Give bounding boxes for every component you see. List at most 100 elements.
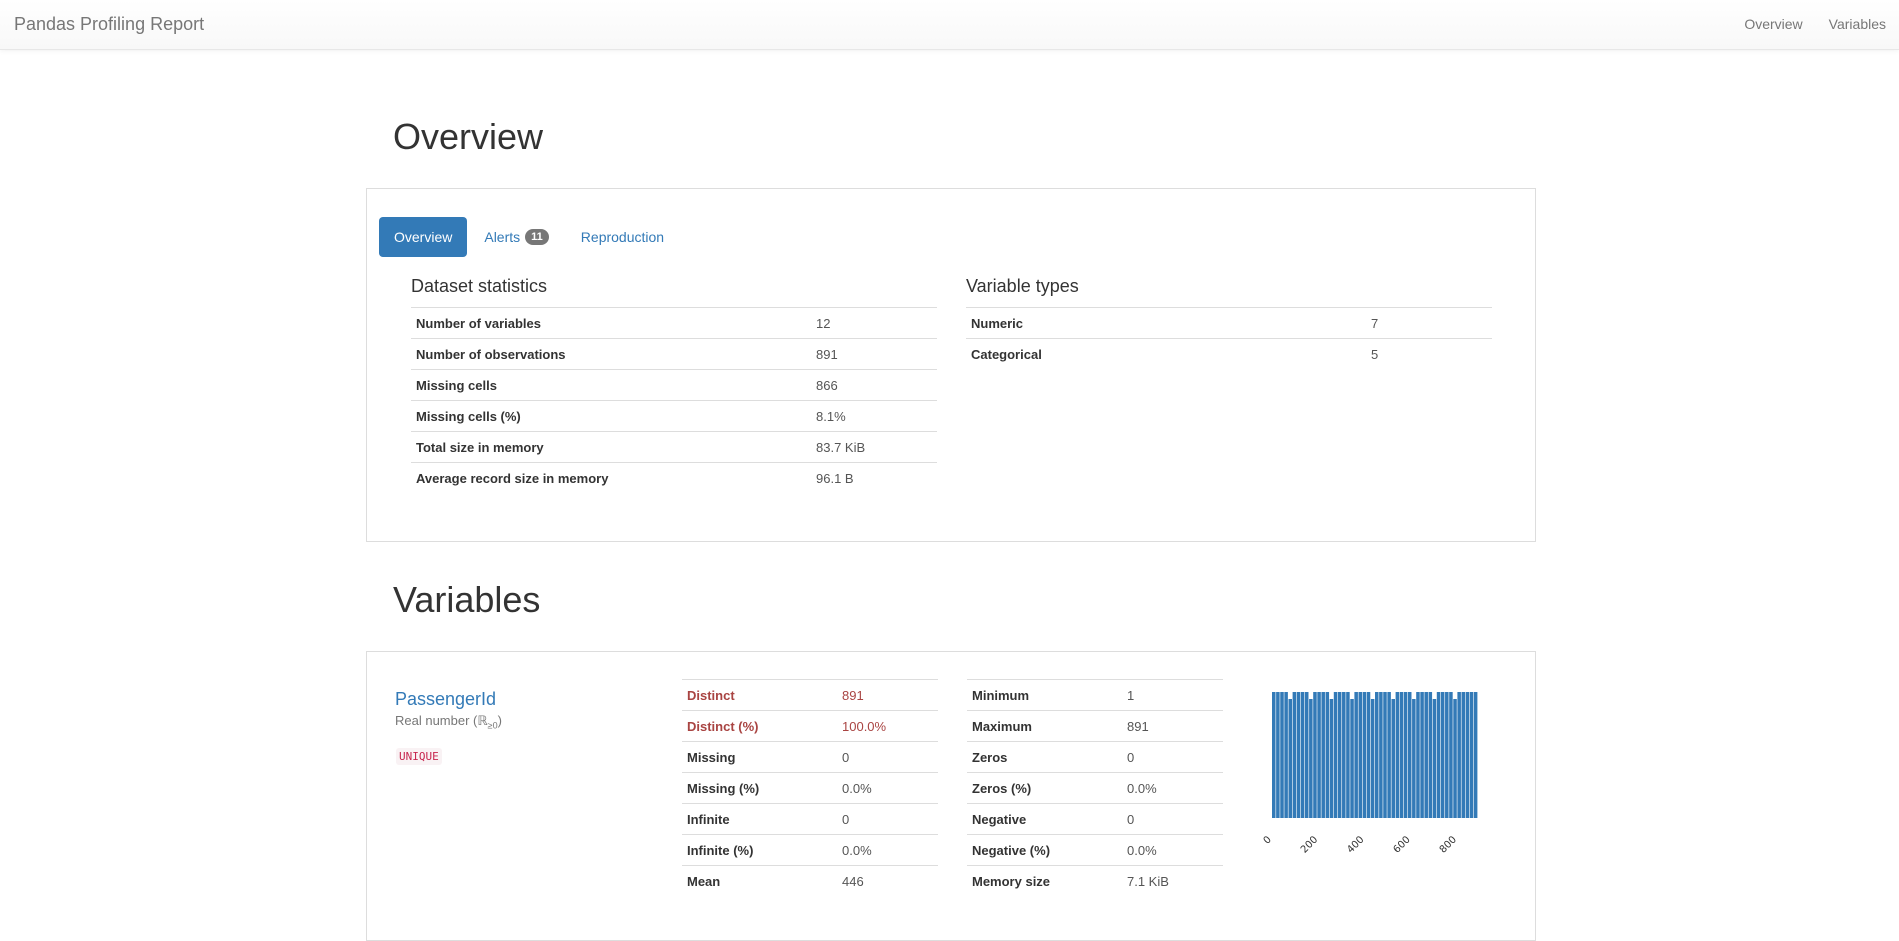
histogram-x-tick: 200 [1299,834,1320,855]
histogram-bar [1416,692,1420,818]
variable-panel-passengerid: PassengerId Real number (ℝ≥0) UNIQUE Dis… [366,651,1536,941]
histogram-bar [1317,692,1321,818]
stat-value: 891 [837,679,938,711]
histogram-bar [1304,692,1309,818]
dataset-statistics-title: Dataset statistics [411,276,548,296]
alerts-count-badge: 11 [525,229,549,245]
variable-stat-row: Missing 0 [682,741,938,773]
histogram-bar [1453,699,1457,818]
stat-label: Minimum [967,679,1122,711]
dataset-stat-row: Missing cells (%) 8.1% [411,400,937,432]
variable-stat-row: Infinite (%) 0.0% [682,834,938,866]
histogram-bar [1346,692,1350,818]
variable-stat-row: Distinct (%) 100.0% [682,710,938,742]
histogram-bar [1300,692,1305,818]
stat-label: Average record size in memory [411,462,811,494]
stat-value: 100.0% [837,710,938,742]
histogram-bar [1362,692,1367,818]
histogram-bar [1440,692,1445,818]
variable-stat-row: Negative 0 [967,803,1223,835]
stat-label: Distinct (%) [682,710,837,742]
stat-label: Negative [967,803,1122,835]
histogram-bar [1370,699,1375,818]
overview-panel: Overview Alerts 11 Reproduction Dataset … [366,188,1536,542]
stat-label: Missing [682,741,837,773]
dataset-stat-row: Number of observations 891 [411,338,937,370]
stat-value: 0 [837,803,938,835]
stat-value: 7.1 KiB [1122,865,1223,897]
stat-label: Infinite [682,803,837,835]
stat-value: 866 [811,369,937,401]
histogram-bar [1424,692,1428,818]
variable-name-link[interactable]: PassengerId [395,689,496,710]
variable-stat-row: Zeros 0 [967,741,1223,773]
histogram-bar [1358,692,1363,818]
histogram-bar [1395,692,1400,818]
histogram-bar [1354,692,1358,818]
histogram-bar [1342,692,1346,818]
variable-stats-left: Distinct 891 Distinct (%) 100.0% Missing 0 Mis… [682,679,938,897]
histogram-bar [1420,692,1424,818]
stat-label: Missing cells [411,369,811,401]
tab-alerts[interactable]: Alerts 11 [469,217,563,257]
stat-label: Missing cells (%) [411,400,811,432]
brand-link[interactable]: Pandas Profiling Report [14,14,204,35]
histogram-bar [1428,692,1433,818]
stat-value: 446 [837,865,938,897]
histogram-bar [1350,699,1354,818]
variables-title: Variables [393,579,541,620]
histogram-bar [1383,692,1387,818]
variable-stat-row: Maximum 891 [967,710,1223,742]
histogram-bar [1375,692,1379,818]
dataset-stat-row: Missing cells 866 [411,369,937,401]
stat-value: 8.1% [811,400,937,432]
stat-value: 83.7 KiB [811,431,937,463]
stat-value: 891 [811,338,937,370]
stat-label: Memory size [967,865,1122,897]
variable-stat-row: Zeros (%) 0.0% [967,772,1223,804]
tab-overview[interactable]: Overview [379,217,468,257]
variable-stat-row: Negative (%) 0.0% [967,834,1223,866]
histogram-bar [1337,692,1342,818]
stat-value: 0.0% [1122,772,1223,804]
stat-value: 891 [1122,710,1223,742]
histogram-x-tick: 800 [1438,834,1459,855]
variable-type-row: Numeric 7 [966,307,1492,339]
stat-value: 0.0% [1122,834,1223,866]
stat-label: Total size in memory [411,431,811,463]
histogram-bar [1329,699,1334,818]
stat-value: 0.0% [837,834,938,866]
histogram-bar [1457,692,1461,818]
histogram-bar [1296,692,1301,818]
histogram-bar [1284,692,1288,818]
variable-stat-row: Memory size 7.1 KiB [967,865,1223,897]
tab-reproduction[interactable]: Reproduction [566,217,679,257]
histogram-bar [1465,692,1470,818]
variable-type-sub: ≥0 [487,720,498,731]
histogram-bar [1325,692,1330,818]
variable-stat-row: Infinite 0 [682,803,938,835]
stat-label: Number of variables [411,307,811,339]
histogram-bar [1288,699,1292,818]
histogram-bar [1333,692,1338,818]
nav-link-variables[interactable]: Variables [1816,0,1899,50]
histogram-chart: 0 200 400 600 800 [1262,692,1478,856]
histogram-bar [1292,692,1297,818]
variable-type: Real number (ℝ≥0) [395,713,502,731]
histogram-bar [1280,692,1284,818]
stat-value: 1 [1122,679,1223,711]
stat-label: Mean [682,865,837,897]
variable-stats-right: Minimum 1 Maximum 891 Zeros 0 Zeros (%) 0.0% Neg… [967,679,1223,897]
nav-links: Overview Variables [1731,0,1899,50]
histogram-bar [1432,699,1437,818]
histogram-bar [1445,692,1449,818]
histogram-x-tick: 600 [1391,834,1412,855]
histogram-bar [1309,699,1313,818]
nav-link-overview[interactable]: Overview [1731,0,1815,50]
stat-label: Zeros (%) [967,772,1122,804]
variable-stat-row: Distinct 891 [682,679,938,711]
histogram-bar [1403,692,1408,818]
variable-type-prefix: Real number (ℝ [395,713,488,728]
stat-value: 12 [811,307,937,339]
stat-label: Maximum [967,710,1122,742]
